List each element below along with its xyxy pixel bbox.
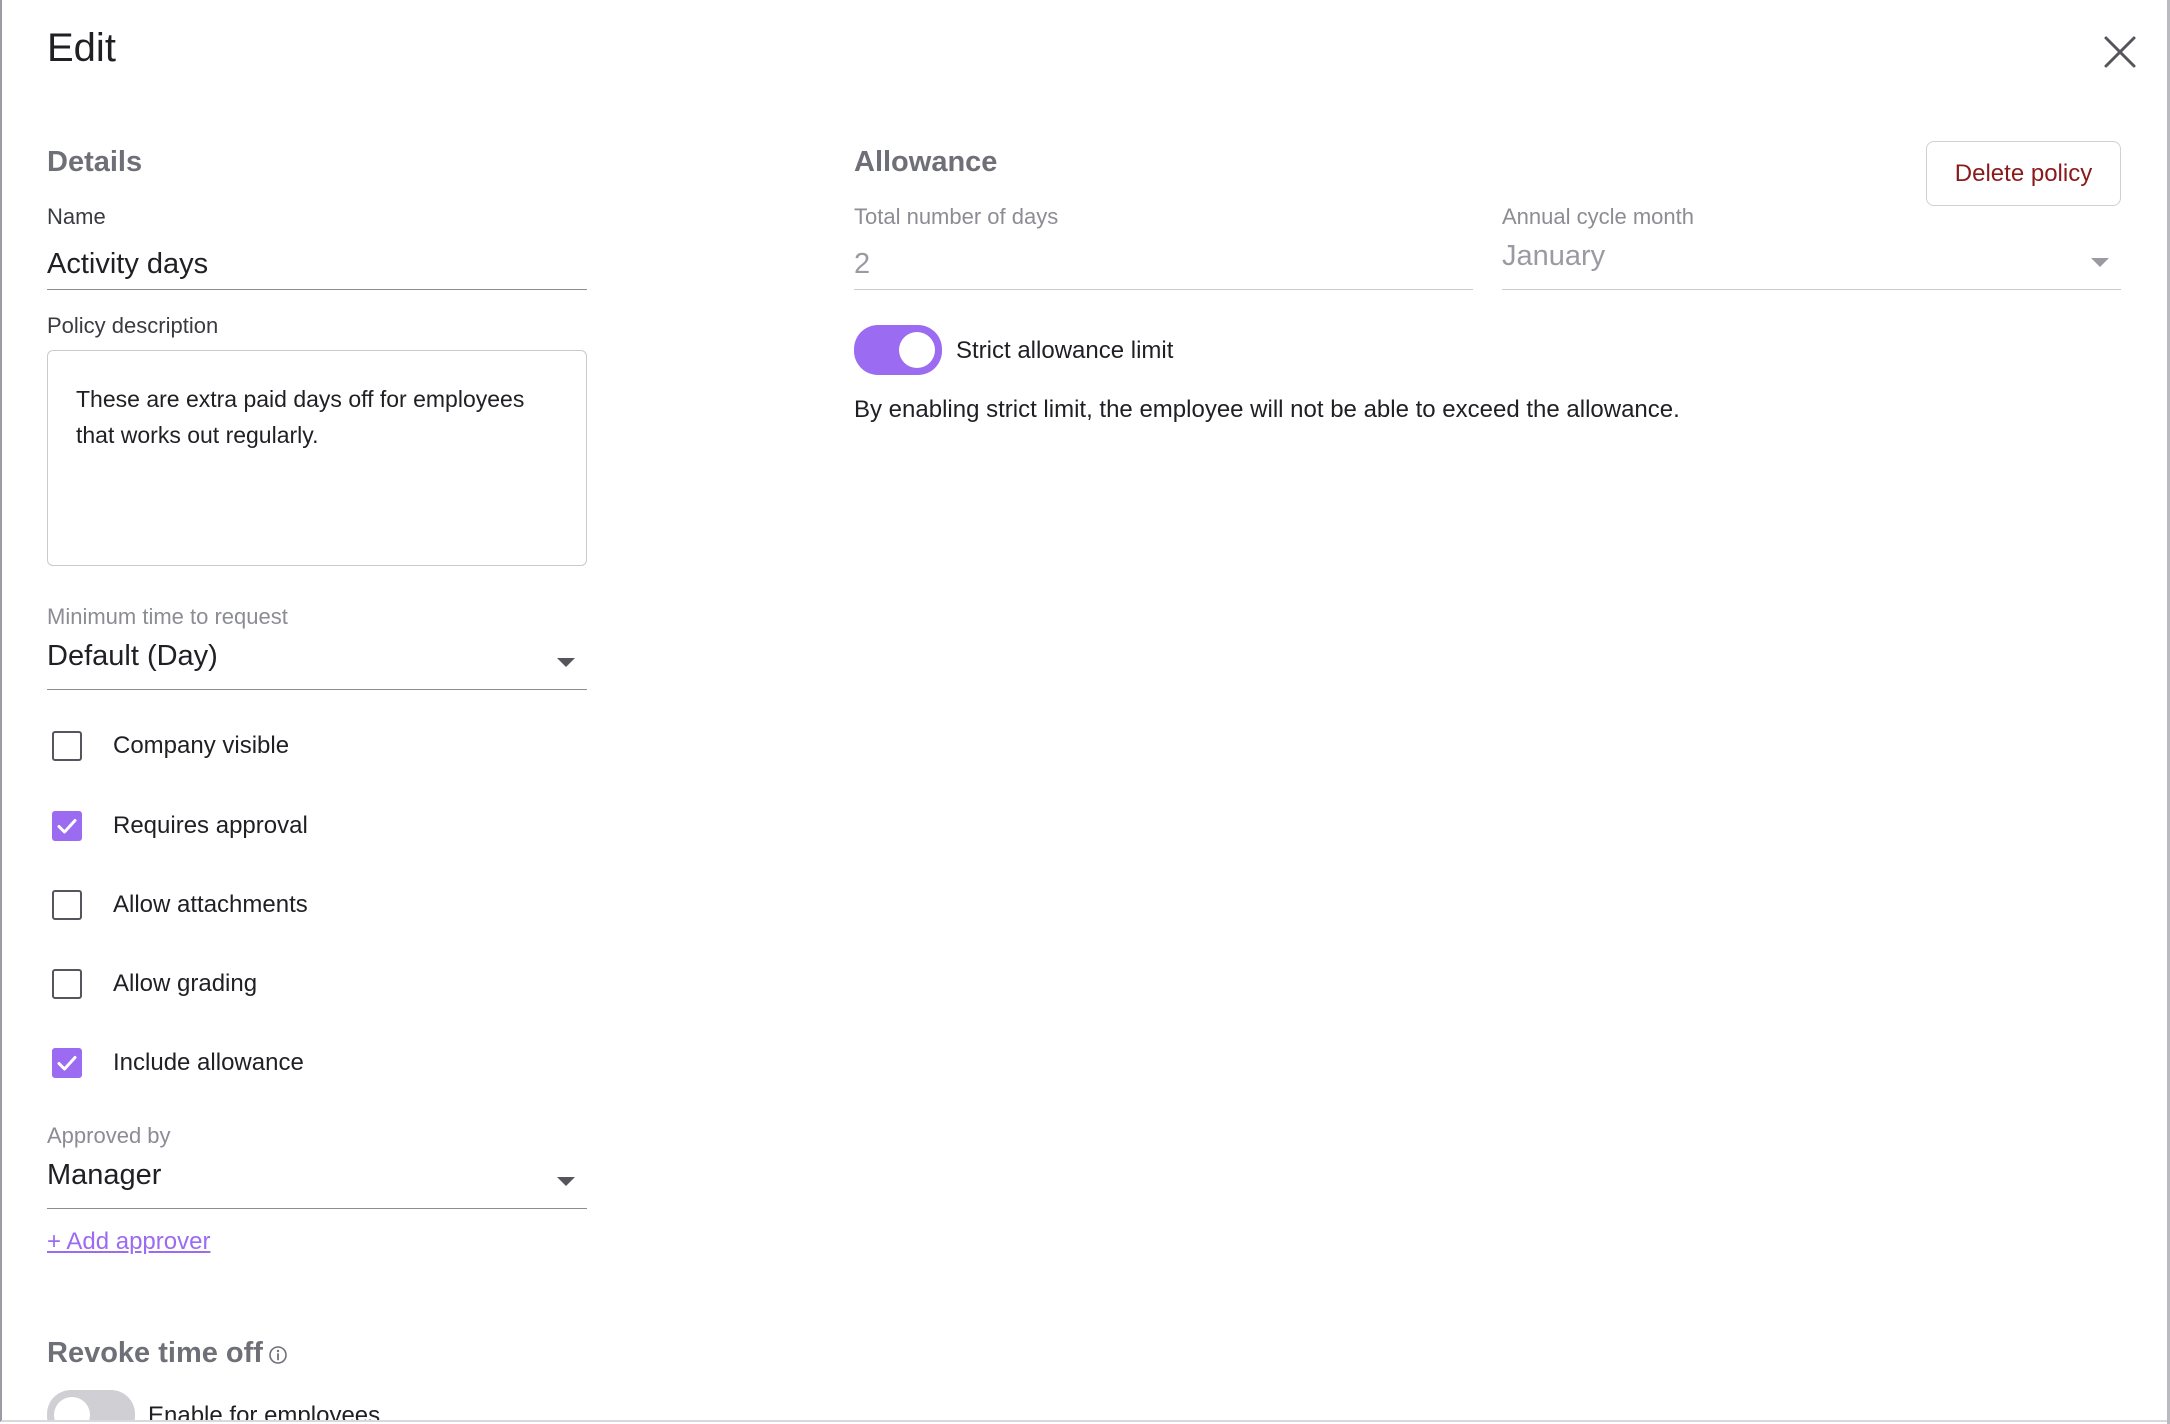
- approved-by-value: Manager: [47, 1159, 162, 1191]
- cycle-month-select[interactable]: January: [1502, 238, 2121, 290]
- company-visible-checkbox[interactable]: Company visible: [52, 728, 289, 764]
- allow-grading-checkbox[interactable]: Allow grading: [52, 966, 257, 1002]
- enable-for-employees-label: Enable for employees: [148, 1402, 381, 1422]
- name-label: Name: [47, 204, 106, 229]
- strict-allowance-toggle[interactable]: [854, 325, 942, 375]
- checkbox-box[interactable]: [52, 811, 82, 841]
- info-icon[interactable]: [268, 1345, 288, 1365]
- total-days-input[interactable]: [854, 240, 1473, 290]
- chevron-down-icon: [2091, 258, 2109, 267]
- checkbox-label: Include allowance: [113, 1049, 304, 1076]
- cycle-month-label: Annual cycle month: [1502, 204, 1694, 229]
- check-icon: [57, 819, 77, 834]
- name-input[interactable]: [47, 240, 587, 290]
- strict-limit-help-text: By enabling strict limit, the employee w…: [854, 396, 1680, 423]
- delete-policy-button[interactable]: Delete policy: [1926, 141, 2121, 206]
- allowance-heading: Allowance: [854, 146, 998, 178]
- add-approver-link[interactable]: + Add approver: [47, 1228, 210, 1256]
- policy-description-textarea[interactable]: These are extra paid days off for employ…: [47, 350, 587, 566]
- toggle-knob: [899, 332, 935, 368]
- toggle-knob: [54, 1397, 90, 1420]
- check-icon: [57, 1056, 77, 1071]
- checkbox-label: Allow grading: [113, 970, 258, 997]
- checkbox-box[interactable]: [52, 731, 82, 761]
- revoke-time-off-heading: Revoke time off: [47, 1337, 263, 1369]
- chevron-down-icon: [557, 1177, 575, 1186]
- checkbox-box[interactable]: [52, 969, 82, 999]
- total-days-label: Total number of days: [854, 204, 1059, 229]
- checkbox-box[interactable]: [52, 1048, 82, 1078]
- minimum-time-select[interactable]: Default (Day): [47, 638, 587, 690]
- details-heading: Details: [47, 146, 143, 178]
- checkbox-label: Allow attachments: [113, 891, 308, 918]
- checkbox-label: Company visible: [113, 732, 290, 759]
- approved-by-select[interactable]: Manager: [47, 1157, 587, 1209]
- allow-attachments-checkbox[interactable]: Allow attachments: [52, 887, 308, 923]
- checkbox-label: Requires approval: [113, 812, 308, 839]
- policy-description-label: Policy description: [47, 313, 219, 338]
- approved-by-label: Approved by: [47, 1123, 171, 1148]
- chevron-down-icon: [557, 658, 575, 667]
- close-icon: [2104, 36, 2136, 68]
- include-allowance-checkbox[interactable]: Include allowance: [52, 1045, 304, 1081]
- edit-dialog: Edit Details Name Policy description The…: [0, 0, 2169, 1422]
- minimum-time-label: Minimum time to request: [47, 604, 288, 629]
- minimum-time-value: Default (Day): [47, 640, 218, 672]
- enable-for-employees-toggle[interactable]: [47, 1390, 135, 1420]
- strict-allowance-label: Strict allowance limit: [956, 337, 1174, 364]
- requires-approval-checkbox[interactable]: Requires approval: [52, 808, 308, 844]
- checkbox-box[interactable]: [52, 890, 82, 920]
- cycle-month-value: January: [1502, 240, 1606, 272]
- close-button[interactable]: [2098, 30, 2142, 74]
- dialog-title: Edit: [47, 26, 116, 70]
